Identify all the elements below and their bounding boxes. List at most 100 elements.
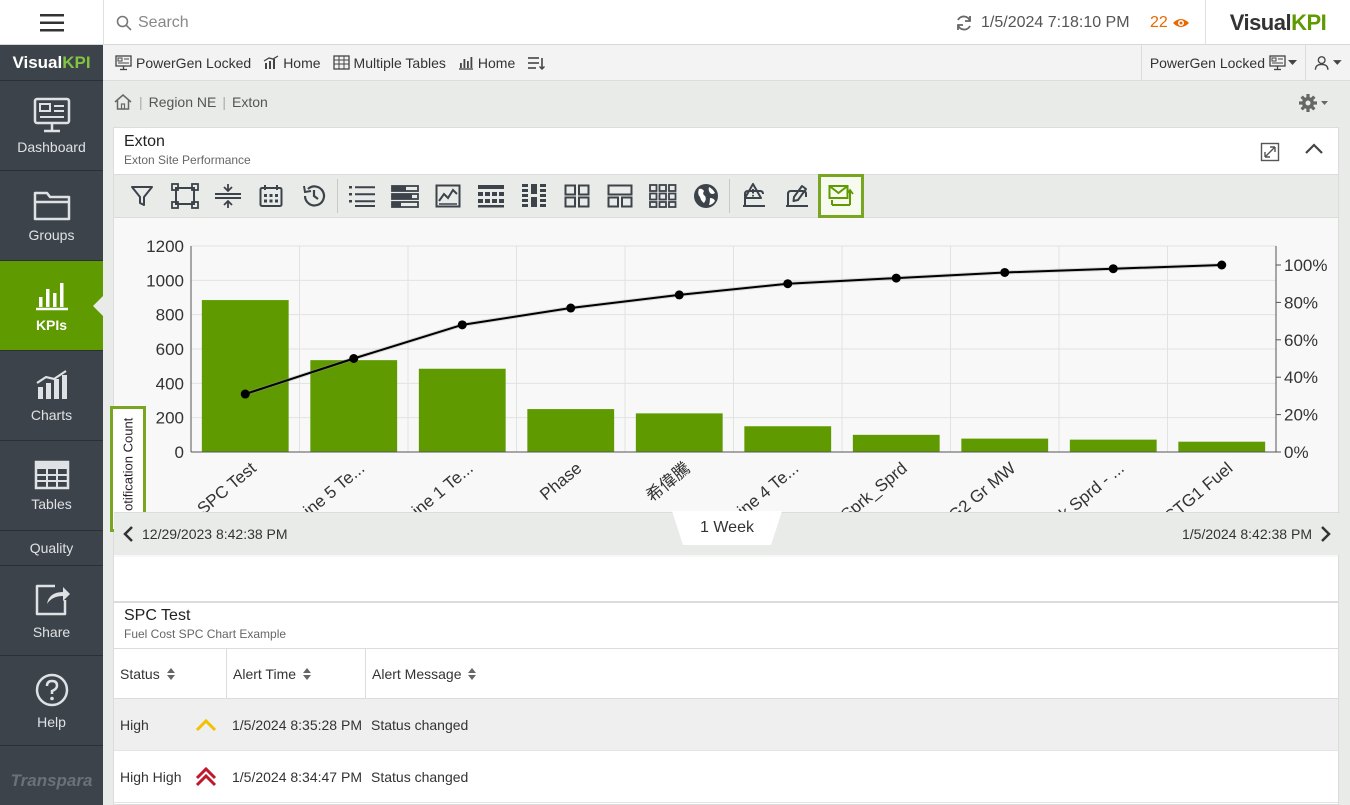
y2-tick-label: 20% [1284, 406, 1318, 425]
collapse-button[interactable] [1304, 142, 1324, 161]
time-range-selector[interactable]: 1 Week [672, 511, 782, 545]
sidebar-item-label: Groups [28, 226, 75, 243]
dense-grid-button[interactable] [641, 175, 684, 217]
chart-point [674, 290, 684, 300]
refresh-control[interactable]: 1/5/2024 7:18:10 PM [955, 0, 1130, 45]
search-icon [116, 15, 132, 31]
row-height-button[interactable] [206, 175, 249, 217]
kpi-bars-icon [458, 56, 473, 70]
toolbar-divider [729, 179, 730, 213]
chart-point [1108, 264, 1118, 274]
pareto-chart-svg: 0 200 400 600 800 1000 1200 0% 20% 40% 60% 80% 100% S… [146, 237, 1327, 542]
chart-bar [418, 368, 506, 452]
sidebar-item-tables[interactable]: Tables [0, 441, 103, 531]
time-back-button[interactable]: 12/29/2023 8:42:38 PM [122, 525, 288, 543]
double-chevron-up-icon [195, 766, 217, 786]
y2-tick-label: 100% [1284, 256, 1327, 275]
quick-links-menu-button[interactable] [527, 55, 549, 71]
sidebar-item-label: KPIs [35, 316, 68, 333]
alert-count: 22 [1150, 13, 1168, 31]
zoom-fit-button[interactable] [163, 175, 206, 217]
grid-view-button[interactable] [555, 175, 598, 217]
table-row[interactable]: High High 1/5/2024 8:34:47 PM Status cha… [114, 751, 1338, 803]
sidebar: Visual KPI Dashboard Groups KPIs Charts T… [0, 45, 104, 805]
search-box[interactable]: Search [103, 0, 703, 45]
detail-title: SPC Test [124, 607, 191, 624]
globe-icon [693, 184, 718, 208]
filter-button[interactable] [120, 175, 163, 217]
sidebar-item-groups[interactable]: Groups [0, 171, 103, 261]
x-tick-label: Phase [536, 459, 585, 505]
sidebar-item-share[interactable]: Share [0, 566, 103, 656]
nav-link-multiple-tables[interactable]: Multiple Tables [332, 55, 446, 71]
y-tick-label: 600 [156, 340, 184, 359]
menu-button[interactable] [0, 0, 103, 45]
sidebar-item-help[interactable]: Help [0, 656, 103, 746]
column-header-alert-time[interactable]: Alert Time [227, 649, 366, 698]
transpara-logo: Transpara [10, 771, 93, 790]
home-icon[interactable] [113, 93, 133, 111]
user-menu[interactable] [1305, 45, 1350, 81]
fullscreen-button[interactable] [1260, 142, 1280, 167]
sparkline-view-button[interactable] [426, 175, 469, 217]
alert-time: 1/5/2024 8:34:47 PM [232, 768, 362, 785]
filter-icon [130, 186, 153, 206]
chart-bar [201, 300, 289, 452]
notification-chart-icon [828, 185, 854, 206]
split-view-button[interactable] [598, 175, 641, 217]
bullet-view-button[interactable] [383, 175, 426, 217]
pareto-chart: 0 200 400 600 800 1000 1200 0% 20% 40% 60% 80% 100% S… [110, 218, 1338, 557]
table-row[interactable]: High 1/5/2024 8:35:28 PM Status changed [114, 699, 1338, 751]
notification-detail-panel: SPC Test Fuel Cost SPC Chart Example Sta… [113, 602, 1339, 805]
column-header-status[interactable]: Status [114, 649, 227, 698]
sidebar-item-dashboard[interactable]: Dashboard [0, 81, 103, 171]
sidebar-item-kpis[interactable]: KPIs [0, 261, 104, 351]
watch-alerts[interactable]: 22 [1150, 0, 1190, 45]
table-header: Status Alert Time Alert Message [114, 649, 1338, 699]
sidebar-item-quality[interactable]: Quality [0, 531, 103, 566]
settings-menu[interactable] [1298, 93, 1330, 118]
dashboard-dropdown[interactable]: PowerGen Locked [1140, 45, 1305, 81]
breadcrumb-item-region[interactable]: Region NE [149, 94, 217, 110]
acknowledge-view-button[interactable] [775, 175, 818, 217]
panel-header: Exton Exton Site Performance [114, 128, 1338, 174]
column-view-button[interactable] [512, 175, 555, 217]
map-view-button[interactable] [684, 175, 727, 217]
grid-icon [564, 184, 589, 208]
chart-point [783, 279, 793, 289]
alerts-view-button[interactable] [732, 175, 775, 217]
chart-bar [1069, 439, 1157, 452]
user-icon [1314, 56, 1329, 70]
y2-tick-label: 60% [1284, 331, 1318, 350]
table-icon [332, 55, 350, 70]
vertical-resize-icon [214, 184, 241, 208]
x-tick-label: SPC Test [194, 458, 260, 518]
y-tick-label: 200 [156, 409, 184, 428]
nav-link-home-charts[interactable]: Home [263, 55, 321, 71]
sidebar-item-label: Charts [30, 406, 73, 423]
dense-grid-icon [648, 184, 676, 208]
nav-link-home-kpis[interactable]: Home [458, 55, 515, 71]
y-axis-title: Notification Count [120, 417, 136, 521]
sidebar-item-charts[interactable]: Charts [0, 351, 103, 441]
time-forward-button[interactable]: 1/5/2024 8:42:38 PM [1182, 525, 1332, 543]
chart-bar [527, 409, 615, 452]
list-view-button[interactable] [340, 175, 383, 217]
kpi-bars-icon [35, 282, 68, 310]
date-range-button[interactable] [249, 175, 292, 217]
nav-link-powergen-locked[interactable]: PowerGen Locked [115, 55, 251, 71]
history-button[interactable] [292, 175, 335, 217]
chart-point [1000, 267, 1010, 277]
sort-icon [166, 667, 175, 680]
panel-title: Exton [124, 133, 165, 150]
chevron-up-icon [1305, 143, 1323, 154]
quick-links-bar: PowerGen Locked Home Multiple Tables Hom… [103, 45, 1350, 81]
current-timestamp: 1/5/2024 7:18:10 PM [981, 13, 1130, 31]
y-tick-label: 400 [156, 374, 184, 393]
notification-pareto-button[interactable] [818, 174, 864, 218]
tile-view-button[interactable] [469, 175, 512, 217]
column-header-alert-message[interactable]: Alert Message [366, 649, 576, 698]
note-icon [785, 185, 808, 207]
toolbar-divider [337, 179, 338, 213]
caret-down-icon [1333, 60, 1342, 65]
